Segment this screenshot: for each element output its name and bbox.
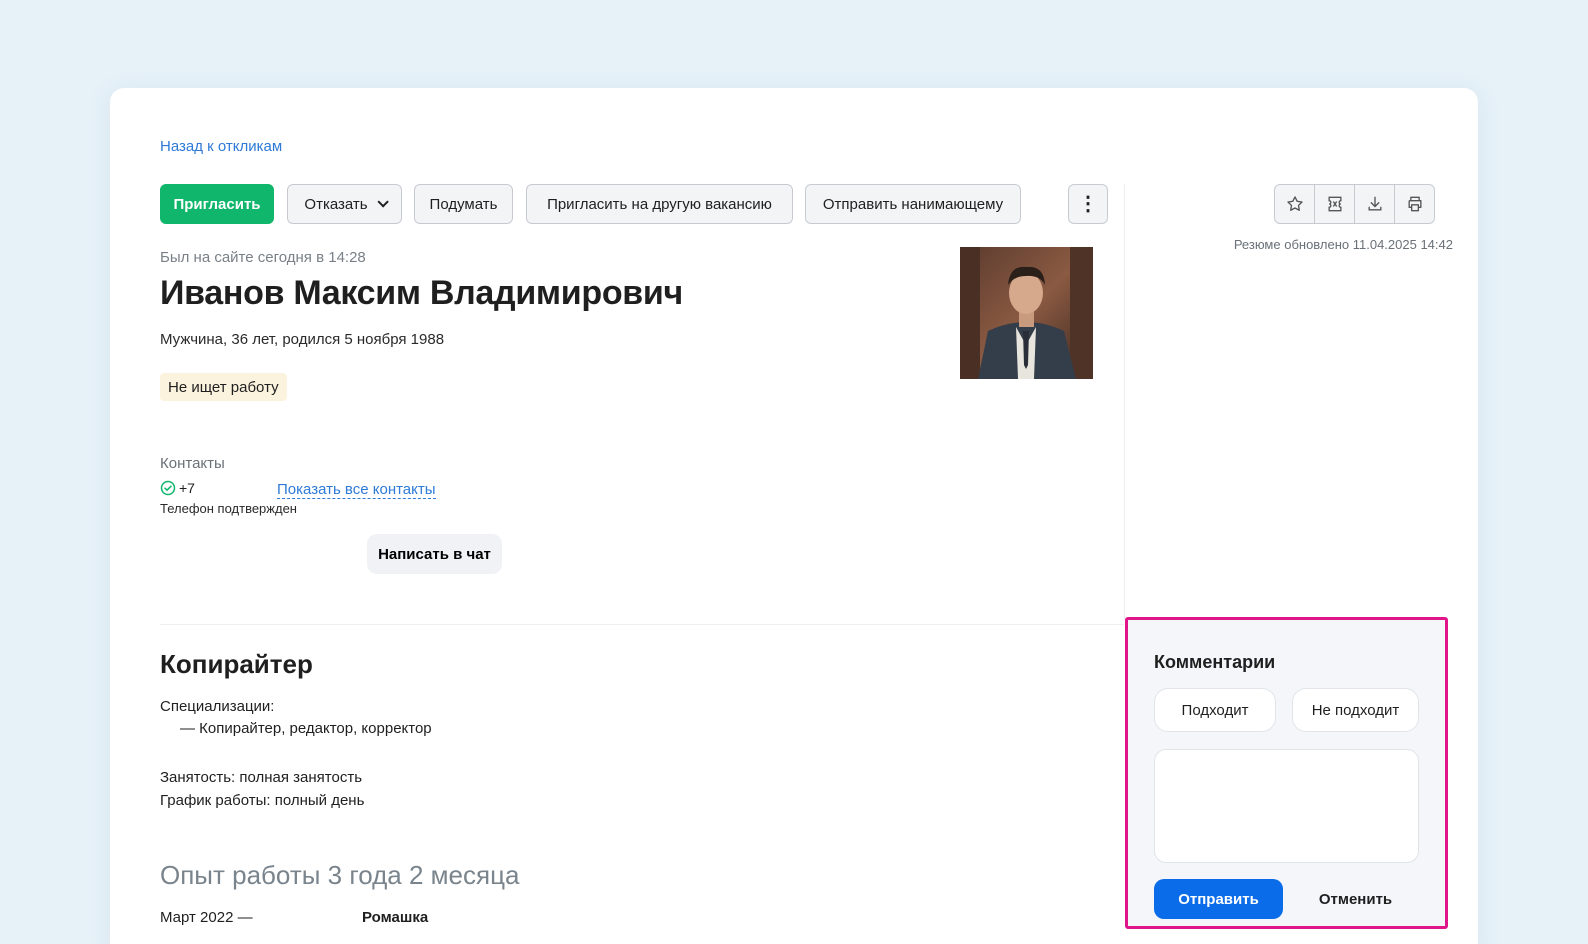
comments-title: Комментарии bbox=[1154, 652, 1276, 672]
candidate-photo bbox=[960, 247, 1093, 379]
reject-dropdown-button[interactable]: Отказать bbox=[287, 184, 402, 224]
phone-row: +7 bbox=[160, 480, 195, 496]
specialization-item: — Копирайтер, редактор, корректор bbox=[180, 720, 432, 737]
resume-updated-date: Резюме обновлено 11.04.2025 14:42 bbox=[1233, 237, 1453, 252]
comment-input[interactable] bbox=[1154, 749, 1419, 863]
cancel-comment-button[interactable]: Отменить bbox=[1298, 879, 1413, 919]
show-all-contacts-link[interactable]: Показать все контакты bbox=[277, 481, 436, 499]
experience-title: Опыт работы 3 года 2 месяца bbox=[160, 860, 520, 890]
resume-actions-group bbox=[1274, 184, 1435, 224]
download-icon[interactable] bbox=[1355, 185, 1395, 223]
invite-button[interactable]: Пригласить bbox=[160, 184, 274, 224]
employment-type: Занятость: полная занятость bbox=[160, 769, 363, 786]
chevron-down-icon bbox=[377, 196, 389, 208]
contacts-label: Контакты bbox=[160, 455, 225, 472]
experience-date: Март 2022 — bbox=[160, 909, 253, 926]
column-divider bbox=[1124, 184, 1125, 620]
send-to-hiring-manager-button[interactable]: Отправить нанимающему bbox=[805, 184, 1021, 224]
back-to-responses-link[interactable]: Назад к откликам bbox=[160, 138, 282, 155]
write-to-chat-button[interactable]: Написать в чат bbox=[367, 534, 502, 574]
comments-panel: Комментарии Подходит Не подходит Отправи… bbox=[1125, 617, 1448, 929]
phone-verified-label: Телефон подтвержден bbox=[160, 501, 297, 516]
experience-company: Ромашка bbox=[362, 909, 429, 926]
check-circle-icon bbox=[160, 480, 176, 496]
candidate-bio: Мужчина, 36 лет, родился 5 ноября 1988 bbox=[160, 331, 445, 348]
phone-number: +7 bbox=[179, 480, 195, 496]
invite-other-vacancy-button[interactable]: Пригласить на другую вакансию bbox=[526, 184, 793, 224]
section-divider bbox=[160, 624, 1124, 625]
candidate-name: Иванов Максим Владимирович bbox=[160, 274, 683, 312]
coupon-icon[interactable] bbox=[1315, 185, 1355, 223]
fits-button[interactable]: Подходит bbox=[1154, 688, 1276, 732]
print-icon[interactable] bbox=[1395, 185, 1434, 223]
not-fits-button[interactable]: Не подходит bbox=[1292, 688, 1419, 732]
job-search-status-badge: Не ищет работу bbox=[160, 373, 287, 401]
send-comment-button[interactable]: Отправить bbox=[1154, 879, 1283, 919]
last-seen-status: Был на сайте сегодня в 14:28 bbox=[160, 249, 366, 266]
reject-label: Отказать bbox=[304, 195, 368, 213]
work-schedule: График работы: полный день bbox=[160, 792, 365, 809]
star-icon[interactable] bbox=[1275, 185, 1315, 223]
think-button[interactable]: Подумать bbox=[414, 184, 513, 224]
more-options-button[interactable]: ⋮ bbox=[1068, 184, 1108, 224]
position-title: Копирайтер bbox=[160, 649, 313, 679]
specializations-label: Специализации: bbox=[160, 698, 275, 715]
